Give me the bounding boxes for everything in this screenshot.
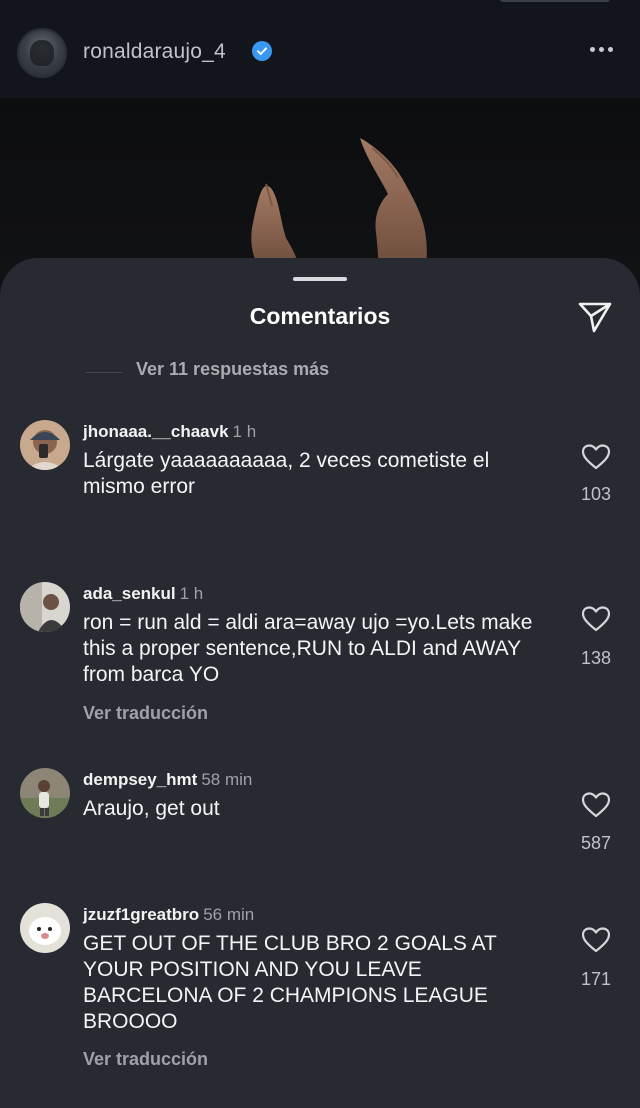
comment-username[interactable]: jhonaaa.__chaavk: [83, 422, 229, 441]
comment-username[interactable]: dempsey_hmt: [83, 770, 197, 789]
comment-username[interactable]: ada_senkul: [83, 584, 176, 603]
see-translation-button[interactable]: Ver traducción: [83, 703, 208, 724]
comment-time: 56 min: [203, 905, 255, 924]
clapping-hands-image: [251, 138, 427, 278]
see-translation-button[interactable]: Ver traducción: [83, 1049, 208, 1070]
avatar[interactable]: [20, 582, 70, 632]
top-indicator: [500, 0, 610, 2]
heart-icon[interactable]: [582, 792, 610, 818]
heart-icon[interactable]: [582, 444, 610, 470]
like-count: 103: [580, 484, 612, 504]
avatar[interactable]: [20, 903, 70, 953]
comments-sheet: Comentarios Ver 11 respuestas más jhonaa…: [0, 258, 640, 1108]
drag-handle[interactable]: [293, 277, 347, 281]
verified-icon: [252, 41, 272, 61]
avatar[interactable]: [17, 28, 67, 78]
like-count: 138: [580, 648, 612, 668]
comment-text: Araujo, get out: [83, 797, 220, 820]
sheet-title: Comentarios: [249, 303, 391, 329]
replies-divider: [86, 372, 122, 373]
comment-time: 58 min: [201, 770, 253, 789]
avatar[interactable]: [20, 420, 70, 470]
comment-text: ron = run ald = aldi ara=away ujo =yo.Le…: [83, 611, 533, 686]
post-username[interactable]: ronaldaraujo_4: [83, 40, 226, 64]
comment-text: GET OUT OF THE CLUB BRO 2 GOALS AT YOUR …: [83, 932, 497, 1033]
comment-text: Lárgate yaaaaaaaaaa, 2 veces cometiste e…: [83, 449, 490, 498]
view-more-replies-button[interactable]: Ver 11 respuestas más: [136, 359, 329, 380]
more-options-icon[interactable]: [590, 42, 620, 56]
heart-icon[interactable]: [582, 606, 610, 632]
like-count: 587: [580, 833, 612, 853]
share-icon[interactable]: [576, 298, 614, 336]
comment-time: 1 h: [179, 584, 204, 603]
avatar[interactable]: [20, 768, 70, 818]
comment-username[interactable]: jzuzf1greatbro: [83, 905, 199, 924]
comment-time: 1 h: [232, 422, 257, 441]
post-image[interactable]: [0, 98, 640, 278]
post-header: ronaldaraujo_4: [0, 0, 640, 98]
like-count: 171: [580, 969, 612, 989]
heart-icon[interactable]: [582, 927, 610, 953]
